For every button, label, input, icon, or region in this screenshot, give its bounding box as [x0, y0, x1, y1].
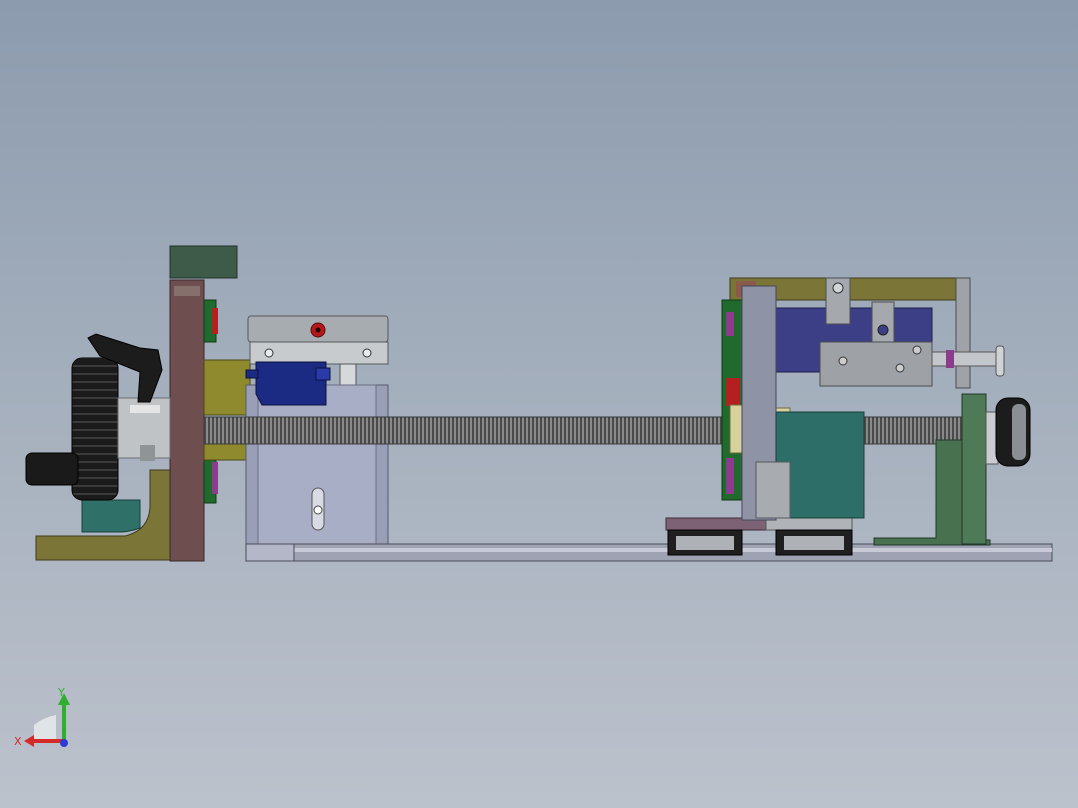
linear-rail[interactable]: [245, 543, 1053, 562]
y-axis-label: Y: [57, 686, 65, 699]
x-axis-head: [24, 735, 34, 747]
pulley[interactable]: [985, 397, 1031, 467]
x-axis-label: X: [14, 735, 22, 748]
triad-plane: [34, 715, 56, 741]
left-slider-block[interactable]: [203, 359, 251, 461]
assembly-model[interactable]: [0, 0, 1078, 808]
limit-switch-block[interactable]: [245, 361, 389, 546]
cad-viewport[interactable]: Y X: [0, 0, 1078, 808]
orientation-triad: Y X: [14, 686, 70, 748]
z-axis-dot: [60, 739, 68, 747]
